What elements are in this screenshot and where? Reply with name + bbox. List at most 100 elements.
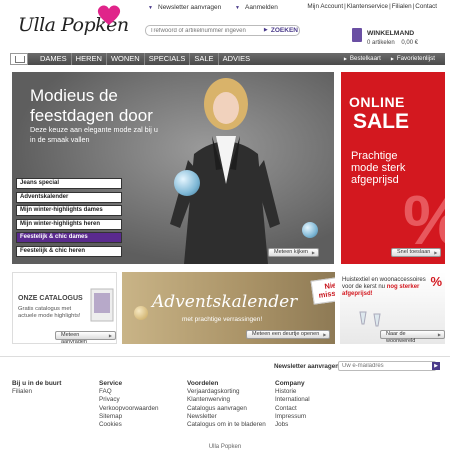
sale-cta-button[interactable]: Snel toeslaan <box>391 248 442 257</box>
footer-link[interactable]: Historie <box>275 388 310 396</box>
divider <box>0 356 450 357</box>
star-icon <box>134 306 148 320</box>
footer-link[interactable]: Impressum <box>275 413 310 421</box>
ornament-ball-icon <box>302 222 318 238</box>
newsletter-email-input[interactable] <box>338 361 436 371</box>
catalog-promo[interactable]: ONZE CATALOGUS Gratis catalogus met actu… <box>12 272 117 344</box>
home-icon[interactable] <box>10 53 28 65</box>
sale-body: Prachtige mode sterk afgeprijsd <box>351 150 405 186</box>
footer-link[interactable]: Verkoopvoorwaarden <box>99 405 159 413</box>
catalog-title: ONZE CATALOGUS <box>18 295 83 302</box>
contact-link[interactable]: Contact <box>415 3 437 10</box>
footer-col-company: Company Historie International Contact I… <box>275 380 310 429</box>
hero-title-line: Modieus de <box>30 86 118 105</box>
footer-heading: Bij u in de buurt <box>12 380 62 387</box>
nav-item-heren[interactable]: HEREN <box>72 53 107 65</box>
header: Ulla Popken Newsletter aanvragen Aanmeld… <box>0 0 450 52</box>
stores-link[interactable]: Filialen <box>392 3 412 10</box>
advent-cta-button[interactable]: Meteen een deurtje openen <box>246 330 331 339</box>
sale-headline-2: SALE <box>353 110 410 133</box>
footer-link[interactable]: Jobs <box>275 421 310 429</box>
hero-link-list: Jeans special Adventskalender Mijn winte… <box>16 178 122 259</box>
footer-col-nearby: Bij u in de buurt Filialen <box>12 380 61 396</box>
hero-link-winter-dames[interactable]: Mijn winter-highlights dames <box>16 205 122 216</box>
hero-link-chic-heren[interactable]: Feestelijk & chic heren <box>16 245 122 257</box>
top-links: Mijn Account|Klantenservice|Filialen|Con… <box>307 3 437 10</box>
wishlist-link[interactable]: Favorietenlijst <box>391 53 435 65</box>
footer-link[interactable]: Cookies <box>99 421 159 429</box>
sale-body-line: mode sterk <box>351 162 406 174</box>
percent-icon: % <box>430 274 442 289</box>
advent-title: Adventskalender <box>152 292 298 312</box>
catalog-cta-button[interactable]: Meteen aanvragen <box>55 331 116 343</box>
nav-item-advies[interactable]: ADVIES <box>219 53 255 65</box>
footer-link[interactable]: Newsletter <box>187 413 266 421</box>
newsletter-submit-button[interactable]: ▶ <box>432 362 440 370</box>
advent-tag-line: missen! <box>317 287 335 300</box>
hero-cta-button[interactable]: Meteen kijken <box>268 248 319 257</box>
order-card-link[interactable]: Bestelkaart <box>344 53 381 65</box>
nav-item-sale[interactable]: SALE <box>190 53 219 65</box>
advent-promo[interactable]: Adventskalender met prachtige verrassing… <box>122 272 335 344</box>
cart-summary: 0 artikelen 0,00 € <box>367 40 418 46</box>
home-promo-line: Huistextiel en woonaccessoires <box>342 277 426 283</box>
footer-link[interactable]: Catalogus om in te bladeren <box>187 421 266 429</box>
hero-link-jeans[interactable]: Jeans special <box>16 178 122 189</box>
footer-heading: Service <box>99 380 123 387</box>
footer-link[interactable]: Privacy <box>99 396 159 404</box>
hero-banner[interactable]: Modieus de feestdagen door Deze keuze aa… <box>12 72 334 264</box>
search-button[interactable]: ZOEKEN <box>264 27 298 34</box>
hero-subtitle-line: in de smaak vallen <box>30 135 90 144</box>
nav-item-specials[interactable]: SPECIALS <box>145 53 191 65</box>
footer-link[interactable]: International <box>275 396 310 404</box>
footer-col-service: Service FAQ Privacy Verkoopvoorwaarden S… <box>99 380 159 429</box>
main-nav: DAMES HEREN WONEN SPECIALS SALE ADVIES B… <box>10 53 445 65</box>
nav-item-dames[interactable]: DAMES <box>36 53 72 65</box>
login-link[interactable]: Aanmelden <box>235 3 278 13</box>
my-account-link[interactable]: Mijn Account <box>307 3 343 10</box>
footer-link[interactable]: Filialen <box>12 388 61 396</box>
footer-link[interactable]: Klantenwerving <box>187 396 266 404</box>
home-promo-text: Huistextiel en woonaccessoires voor de k… <box>342 277 428 298</box>
hero-subtitle-line: Deze keuze aan elegante mode zal bij u <box>30 125 158 134</box>
sale-body-line: Prachtige <box>351 150 398 162</box>
newsletter-link[interactable]: Newsletter aanvragen <box>148 3 221 13</box>
footer-link[interactable]: FAQ <box>99 388 159 396</box>
footer-link[interactable]: Verjaardagskorting <box>187 388 266 396</box>
hero-link-chic-dames[interactable]: Feestelijk & chic dames <box>16 232 122 243</box>
ornament-ball-icon <box>174 170 200 196</box>
home-promo-line: voor de kerst nu <box>342 284 387 290</box>
footer-link[interactable]: Sitemap <box>99 413 159 421</box>
sale-banner[interactable]: % ONLINE SALE Prachtige mode sterk afgep… <box>341 72 445 264</box>
sale-headline-1: ONLINE <box>349 94 405 110</box>
customer-service-link[interactable]: Klantenservice <box>347 3 388 10</box>
home-cta-button[interactable]: Naar de woonwereld <box>380 330 445 344</box>
heart-badge-icon <box>97 5 121 25</box>
advent-subtitle: met prachtige verrassingen! <box>182 316 263 323</box>
footer-heading: Company <box>275 380 305 387</box>
glassware-image <box>359 311 381 327</box>
hero-subtitle: Deze keuze aan elegante mode zal bij u i… <box>30 125 158 145</box>
footer-heading: Voordelen <box>187 380 219 387</box>
hero-title-line: feestdagen door <box>30 106 153 125</box>
catalog-text: Gratis catalogus met actuele mode highli… <box>18 306 81 319</box>
footer-link[interactable]: Catalogus aanvragen <box>187 405 266 413</box>
shopping-bag-icon[interactable] <box>352 28 362 42</box>
footer-col-benefits: Voordelen Verjaardagskorting Klantenwerv… <box>187 380 266 429</box>
hero-link-advent[interactable]: Adventskalender <box>16 191 122 203</box>
cart-title[interactable]: WINKELMAND <box>367 30 414 37</box>
hero-link-winter-heren[interactable]: Mijn winter-highlights heren <box>16 218 122 230</box>
home-promo[interactable]: Huistextiel en woonaccessoires voor de k… <box>340 272 445 344</box>
advent-tag: Niet missen! <box>310 275 335 305</box>
catalog-image <box>90 288 114 322</box>
hero-title: Modieus de feestdagen door <box>30 86 153 126</box>
copyright: Ulla Popken <box>208 444 242 450</box>
footer-link[interactable]: Contact <box>275 405 310 413</box>
model-image <box>170 78 280 264</box>
sale-body-line: afgeprijsd <box>351 174 399 186</box>
newsletter-label: Newsletter aanvragen <box>274 363 340 370</box>
search-box: ZOEKEN <box>145 25 300 36</box>
footer: Bij u in de buurt Filialen Service FAQ P… <box>0 374 450 444</box>
search-input[interactable] <box>150 26 258 35</box>
nav-item-wonen[interactable]: WONEN <box>107 53 145 65</box>
